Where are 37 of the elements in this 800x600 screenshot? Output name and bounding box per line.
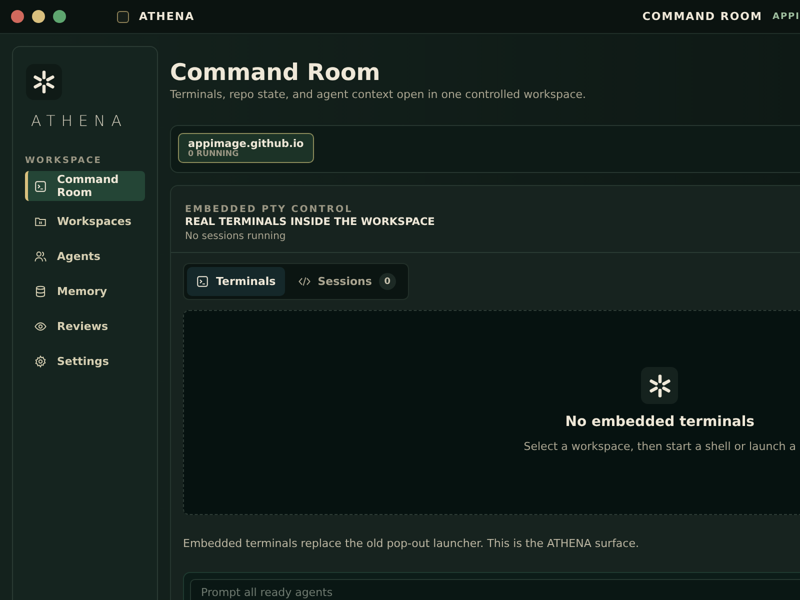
brand-wordmark: ATHENA — [31, 112, 128, 130]
panel-note: Embedded terminals replace the old pop-out launcher. This is the ATHENA surface. — [183, 537, 640, 550]
sidebar-item[interactable]: Command Room — [25, 171, 145, 201]
close-window-button[interactable] — [11, 10, 24, 23]
session-status: No sessions running — [185, 231, 287, 242]
page-subtitle: Terminals, repo state, and agent context open in one controlled workspace. — [170, 88, 588, 101]
sidebar-item[interactable]: Workspaces — [25, 206, 145, 236]
empty-state-text: Select a workspace, then start a shell or launch a — [524, 440, 796, 453]
current-page-label: COMMAND ROOM — [642, 10, 762, 23]
minimize-window-button[interactable] — [32, 10, 45, 23]
panel-eyebrow: EMBEDDED PTY CONTROL — [185, 204, 354, 215]
users-icon — [34, 250, 47, 262]
count-badge: 0 — [378, 273, 396, 290]
asterisk-logo-icon — [31, 69, 57, 95]
panel-title: REAL TERMINALS INSIDE THE WORKSPACE — [185, 216, 436, 228]
settings-icon — [34, 354, 47, 368]
app-name: ATHENA — [139, 10, 195, 23]
workspace-chip[interactable]: appimage.github.io 0 RUNNING — [178, 133, 314, 163]
terminal-icon — [196, 275, 209, 288]
app-logo-icon — [117, 10, 129, 22]
empty-state-title: No embedded terminals — [565, 414, 755, 430]
sidebar-item[interactable]: Reviews — [25, 311, 145, 341]
prompt-field[interactable]: Prompt all ready agents — [190, 579, 800, 600]
terminal-icon — [34, 180, 47, 192]
sidebar-item[interactable]: Memory — [25, 276, 145, 306]
database-icon — [34, 284, 47, 298]
code-icon — [298, 275, 311, 288]
section-label: WORKSPACE — [25, 156, 103, 166]
maximize-window-button[interactable] — [53, 10, 66, 23]
workspace-label: APPI — [772, 12, 800, 22]
sidebar-item[interactable]: Agents — [25, 241, 145, 271]
tab[interactable]: Terminals — [187, 267, 285, 296]
asterisk-logo-icon — [646, 372, 673, 398]
eye-icon — [34, 320, 47, 332]
page-title: Command Room — [170, 60, 382, 86]
tab[interactable]: Sessions 0 — [288, 267, 405, 296]
sidebar-item[interactable]: Settings — [25, 346, 145, 376]
